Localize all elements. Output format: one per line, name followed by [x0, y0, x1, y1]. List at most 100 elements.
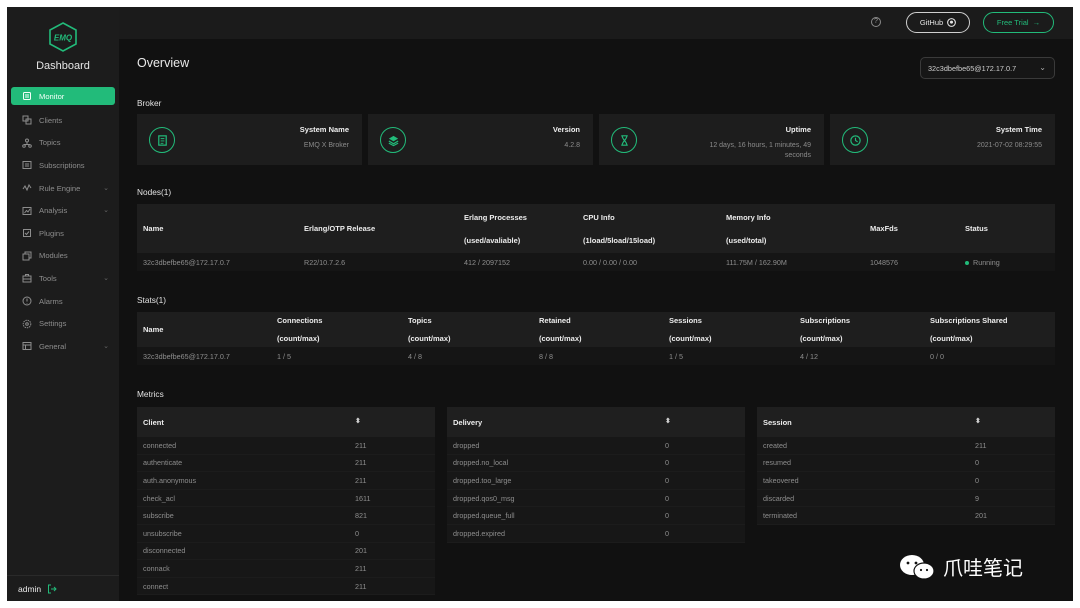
layers-icon: [380, 127, 406, 153]
sidebar-item-label: Monitor: [39, 91, 65, 101]
watermark-text: 爪哇笔记: [943, 556, 1023, 580]
broker-title: Broker: [137, 98, 162, 108]
col-maxfds: MaxFds: [870, 224, 898, 233]
settings-icon: [22, 319, 32, 329]
app-window: EMQ Dashboard Monitor Clients Topics Subscr…: [7, 7, 1073, 601]
sidebar-item-label: Modules: [39, 251, 68, 261]
topics-icon: [22, 138, 32, 148]
table-row: dropped 0: [447, 437, 745, 455]
metric-value: 0: [665, 511, 669, 521]
table-row: dropped.no_local 0: [447, 455, 745, 473]
analysis-icon: [22, 206, 32, 216]
metric-key: dropped.too_large: [453, 475, 512, 485]
arrow-right-icon: →: [1032, 18, 1041, 27]
table-row: dropped.too_large 0: [447, 472, 745, 490]
sidebar-item-general[interactable]: General ⌄: [7, 335, 119, 358]
sidebar-item-rule-engine[interactable]: Rule Engine ⌄: [7, 177, 119, 200]
sidebar-item-settings[interactable]: Settings: [7, 312, 119, 335]
chevron-down-icon: ⌄: [103, 184, 109, 192]
table-row: 32c3dbefbe65@172.17.0.7 1 / 5 4 / 8 8 / …: [137, 347, 1055, 365]
table-row: discarded 9: [757, 490, 1055, 508]
cell-subscriptions-shared: 0 / 0: [924, 347, 1055, 365]
sidebar-item-clients[interactable]: Clients: [7, 109, 119, 132]
sidebar-item-label: Topics: [39, 138, 61, 148]
metrics-session-table: Session ⬍ created 211 resumed 0 takeovered 0 dis…: [757, 407, 1055, 525]
document-icon: [149, 127, 175, 153]
sidebar-item-monitor[interactable]: Monitor: [11, 87, 115, 105]
sidebar-item-subscriptions[interactable]: Subscriptions: [7, 154, 119, 177]
table-row: dropped.qos0_msg 0: [447, 490, 745, 508]
sort-icon[interactable]: ⬍: [975, 417, 981, 425]
table-row: subscribe 821: [137, 507, 435, 525]
card-value: 4.2.8: [564, 142, 580, 149]
metric-key: dropped.no_local: [453, 458, 509, 468]
metric-key: discarded: [763, 493, 795, 503]
col-topics: Topics (count/max): [408, 316, 451, 343]
help-icon[interactable]: ?: [871, 17, 881, 27]
metrics-client-table: Client ⬍ connected 211 authenticate 211 auth.a…: [137, 407, 435, 596]
metric-key: connack: [143, 563, 170, 573]
metrics-header: Delivery ⬍: [447, 407, 745, 437]
col-subscriptions: Subscriptions (count/max): [800, 316, 851, 343]
metric-key: disconnected: [143, 546, 186, 556]
table-row: check_acl 1611: [137, 490, 435, 508]
sidebar-item-label: Plugins: [39, 228, 64, 238]
sidebar-item-label: Tools: [39, 273, 57, 283]
stats-title: Stats(1): [137, 295, 167, 305]
github-button[interactable]: GitHub: [906, 12, 970, 33]
cell-name: 32c3dbefbe65@172.17.0.7: [137, 253, 298, 271]
cell-connections: 1 / 5: [271, 347, 402, 365]
sidebar-item-plugins[interactable]: Plugins: [7, 222, 119, 245]
metrics-header-label: Client: [143, 417, 164, 427]
svg-text:EMQ: EMQ: [54, 34, 73, 43]
metric-value: 0: [665, 475, 669, 485]
metric-key: unsubscribe: [143, 528, 182, 538]
sidebar-item-label: Alarms: [39, 296, 63, 306]
sort-icon[interactable]: ⬍: [665, 417, 671, 425]
sidebar-footer: admin: [7, 575, 119, 601]
sidebar-item-alarms[interactable]: Alarms: [7, 290, 119, 313]
metrics-header: Client ⬍: [137, 407, 435, 437]
metric-key: dropped.qos0_msg: [453, 493, 515, 503]
node-select[interactable]: 32c3dbefbe65@172.17.0.7 ⌄: [920, 57, 1055, 79]
broker-card-system-name: System Name EMQ X Broker: [137, 114, 362, 165]
sidebar-item-modules[interactable]: Modules: [7, 245, 119, 268]
hourglass-icon: [611, 127, 637, 153]
metrics-delivery-table: Delivery ⬍ dropped 0 dropped.no_local 0 droppe…: [447, 407, 745, 543]
sort-icon[interactable]: ⬍: [355, 417, 361, 425]
metrics-header-label: Delivery: [453, 417, 483, 427]
card-value: EMQ X Broker: [303, 142, 349, 149]
table-row: terminated 201: [757, 507, 1055, 525]
metric-key: resumed: [763, 458, 791, 468]
github-icon: [947, 18, 957, 27]
cell-topics: 4 / 8: [402, 347, 533, 365]
metric-value: 0: [665, 528, 669, 538]
nodes-table: Name Erlang/OTP Release Erlang Processes…: [137, 204, 1055, 271]
metric-value: 9: [975, 493, 979, 503]
sidebar-item-analysis[interactable]: Analysis ⌄: [7, 199, 119, 222]
metric-value: 0: [355, 528, 359, 538]
chevron-down-icon: ⌄: [103, 207, 109, 215]
logout-icon[interactable]: [47, 584, 57, 594]
sidebar-item-tools[interactable]: Tools ⌄: [7, 267, 119, 290]
metric-value: 211: [355, 563, 367, 573]
card-value: 12 days, 16 hours, 1 minutes, 49 seconds: [709, 142, 811, 159]
table-row: 32c3dbefbe65@172.17.0.7 R22/10.7.2.6 412…: [137, 253, 1055, 271]
cell-sessions: 1 / 5: [663, 347, 794, 365]
metric-key: connected: [143, 440, 177, 450]
table-row: connect 211: [137, 578, 435, 596]
metric-value: 0: [665, 493, 669, 503]
metric-key: dropped.expired: [453, 528, 505, 538]
free-trial-button[interactable]: Free Trial →: [983, 12, 1054, 33]
table-row: disconnected 201: [137, 543, 435, 561]
wechat-icon: [900, 554, 935, 580]
emq-logo[interactable]: EMQ: [48, 22, 78, 52]
broker-card-version: Version 4.2.8: [368, 114, 593, 165]
cell-subscriptions: 4 / 12: [794, 347, 924, 365]
table-row: connected 211: [137, 437, 435, 455]
sidebar-item-topics[interactable]: Topics: [7, 132, 119, 155]
tools-icon: [22, 273, 32, 283]
cell-maxfds: 1048576: [864, 253, 959, 271]
metric-value: 1611: [355, 493, 371, 503]
table-row: auth.anonymous 211: [137, 472, 435, 490]
